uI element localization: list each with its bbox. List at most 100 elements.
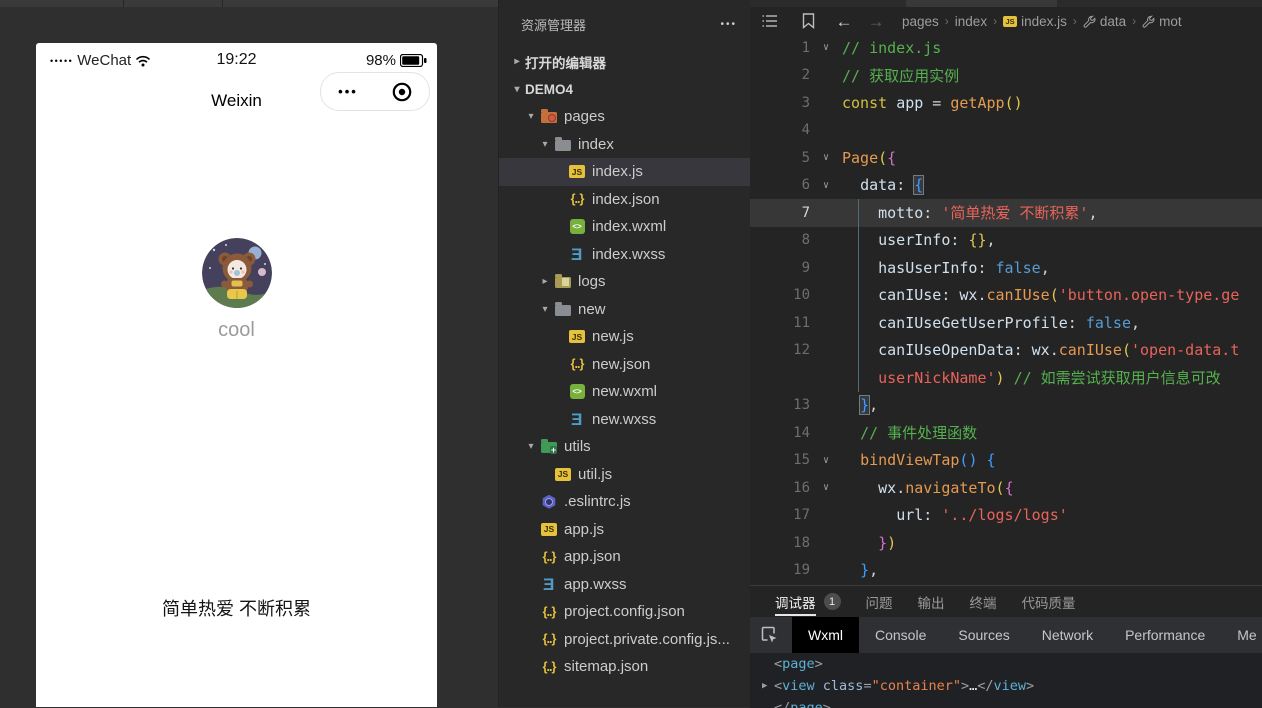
active-editor-tab[interactable] (906, 0, 1057, 7)
breadcrumb-separator: › (945, 14, 949, 28)
user-nickname[interactable]: cool (36, 319, 437, 342)
devtools-tab-network[interactable]: Network (1026, 617, 1109, 653)
code-line-9[interactable]: 9 hasUserInfo: false, (750, 254, 1262, 282)
tree-item-new.json[interactable]: {..}new.json (499, 351, 751, 379)
tree-item-new.wxml[interactable]: <>new.wxml (499, 378, 751, 406)
fold-arrow-icon[interactable]: ∨ (814, 152, 838, 163)
wxml-node-2[interactable]: </page> (750, 697, 1262, 708)
expand-arrow-icon[interactable]: ▸ (537, 276, 553, 287)
expand-arrow-icon[interactable]: ▾ (523, 111, 539, 122)
tree-item-new.wxss[interactable]: Enew.wxss (499, 406, 751, 434)
code-line-19[interactable]: 19 }, (750, 557, 1262, 585)
code-line-1[interactable]: 1∨// index.js (750, 34, 1262, 62)
fold-arrow-icon[interactable]: ∨ (814, 482, 838, 493)
tree-item-index.wxss[interactable]: Eindex.wxss (499, 241, 751, 269)
panel-tab-问题[interactable]: 问题 (866, 586, 893, 617)
json-icon: {..} (567, 190, 587, 208)
panel-tab-终端[interactable]: 终端 (970, 586, 997, 617)
devtools-tab-wxml[interactable]: Wxml (792, 617, 859, 653)
panel-tab-代码质量[interactable]: 代码质量 (1022, 586, 1076, 617)
code-line-8[interactable]: 8 userInfo: {}, (750, 227, 1262, 255)
breadcrumb-item-mot[interactable]: mot (1142, 14, 1182, 29)
code-line-13[interactable]: 13 }, (750, 392, 1262, 420)
tree-item-sitemap.json[interactable]: {..}sitemap.json (499, 653, 751, 681)
tree-item-.eslintrc.js[interactable]: .eslintrc.js (499, 488, 751, 516)
tree-item-project.private.config.js...[interactable]: {..}project.private.config.js... (499, 626, 751, 654)
tree-item-app.js[interactable]: JSapp.js (499, 516, 751, 544)
tree-item--[interactable]: ▸打开的编辑器 (499, 48, 751, 76)
code-line-11[interactable]: 11 canIUseGetUserProfile: false, (750, 309, 1262, 337)
code-line-12[interactable]: 12 canIUseOpenData: wx.canIUse('open-dat… (750, 337, 1262, 365)
tree-item-app.json[interactable]: {..}app.json (499, 543, 751, 571)
expand-arrow-icon[interactable]: ▾ (509, 84, 525, 95)
capsule-menu[interactable]: ••• (320, 72, 430, 111)
tree-item-app.wxss[interactable]: Eapp.wxss (499, 571, 751, 599)
expand-arrow-icon[interactable]: ▾ (537, 139, 553, 150)
fold-arrow-icon[interactable]: ∨ (814, 180, 838, 191)
fold-arrow-icon[interactable]: ∨ (814, 42, 838, 53)
code-line-wrap[interactable]: userNickName') // 如需尝试获取用户信息可改 (750, 364, 1262, 392)
nav-back-icon[interactable]: ← (834, 12, 854, 30)
wxml-inspector[interactable]: <page>▶<view class="container">…</view><… (750, 653, 1262, 708)
breadcrumb-item-pages[interactable]: pages (902, 14, 939, 29)
motto-text[interactable]: 简单热爱 不断积累 (36, 595, 437, 621)
code-text: url: '../logs/logs' (838, 506, 1068, 524)
tree-item-index.js[interactable]: JSindex.js (499, 158, 751, 186)
inspect-element-icon[interactable] (760, 626, 778, 644)
code-line-18[interactable]: 18 }) (750, 529, 1262, 557)
breadcrumb: pages›index›JSindex.js›data›mot (902, 14, 1182, 29)
tree-item-pages[interactable]: ▾pages (499, 103, 751, 131)
code-line-2[interactable]: 2// 获取应用实例 (750, 62, 1262, 90)
devtools-tab-performance[interactable]: Performance (1109, 617, 1221, 653)
devtools-tab-me[interactable]: Me (1221, 617, 1262, 653)
tree-item-logs[interactable]: ▸logs (499, 268, 751, 296)
panel-tab-输出[interactable]: 输出 (918, 586, 945, 617)
tree-item-index.wxml[interactable]: <>index.wxml (499, 213, 751, 241)
code-line-15[interactable]: 15∨ bindViewTap() { (750, 447, 1262, 475)
tree-item-index[interactable]: ▾index (499, 131, 751, 159)
code-line-17[interactable]: 17 url: '../logs/logs' (750, 502, 1262, 530)
breadcrumb-item-data[interactable]: data (1083, 14, 1126, 29)
node-expander-icon[interactable]: ▶ (762, 681, 772, 691)
tree-item-new[interactable]: ▾new (499, 296, 751, 324)
tree-item-util.js[interactable]: JSutil.js (499, 461, 751, 489)
panel-tab-调试器[interactable]: 调试器 (775, 586, 816, 617)
tree-item-new.js[interactable]: JSnew.js (499, 323, 751, 351)
tree-item-index.json[interactable]: {..}index.json (499, 186, 751, 214)
breadcrumb-item-index[interactable]: index (955, 14, 987, 29)
breadcrumb-label: index (955, 14, 987, 29)
code-line-16[interactable]: 16∨ wx.navigateTo({ (750, 474, 1262, 502)
exit-target-icon[interactable] (375, 81, 429, 103)
outline-list-icon[interactable] (760, 12, 780, 30)
json-icon: {..} (539, 603, 559, 621)
code-line-3[interactable]: 3const app = getApp() (750, 89, 1262, 117)
wxml-node-0[interactable]: <page> (750, 653, 1262, 675)
breadcrumb-item-index.js[interactable]: JSindex.js (1003, 14, 1067, 29)
more-icon[interactable]: ••• (321, 84, 375, 99)
devtools-tab-console[interactable]: Console (859, 617, 942, 653)
fold-arrow-icon[interactable]: ∨ (814, 455, 838, 466)
code-line-7[interactable]: 7 motto: '简单热爱 不断积累', (750, 199, 1262, 227)
code-text: canIUseOpenData: wx.canIUse('open-data.t (838, 341, 1239, 359)
wxml-icon: <> (567, 383, 587, 401)
expand-arrow-icon[interactable]: ▸ (509, 56, 525, 67)
wxml-node-1[interactable]: ▶<view class="container">…</view> (750, 675, 1262, 697)
devtools-tab-sources[interactable]: Sources (942, 617, 1025, 653)
editor-tab-strip[interactable] (750, 0, 1262, 7)
line-number: 3 (750, 95, 814, 111)
code-area[interactable]: 1∨// index.js2// 获取应用实例3const app = getA… (750, 34, 1262, 584)
code-line-6[interactable]: 6∨ data: { (750, 172, 1262, 200)
avatar[interactable] (202, 238, 272, 308)
code-line-10[interactable]: 10 canIUse: wx.canIUse('button.open-type… (750, 282, 1262, 310)
code-line-14[interactable]: 14 // 事件处理函数 (750, 419, 1262, 447)
code-line-4[interactable]: 4 (750, 117, 1262, 145)
tree-item-demo4[interactable]: ▾DEMO4 (499, 76, 751, 104)
expand-arrow-icon[interactable]: ▾ (523, 441, 539, 452)
bookmark-icon[interactable] (798, 12, 818, 30)
explorer-more-icon[interactable]: ••• (720, 19, 737, 30)
code-line-5[interactable]: 5∨Page({ (750, 144, 1262, 172)
tree-item-project.config.json[interactable]: {..}project.config.json (499, 598, 751, 626)
nav-forward-icon[interactable]: → (866, 12, 886, 30)
expand-arrow-icon[interactable]: ▾ (537, 304, 553, 315)
tree-item-utils[interactable]: ▾utils (499, 433, 751, 461)
